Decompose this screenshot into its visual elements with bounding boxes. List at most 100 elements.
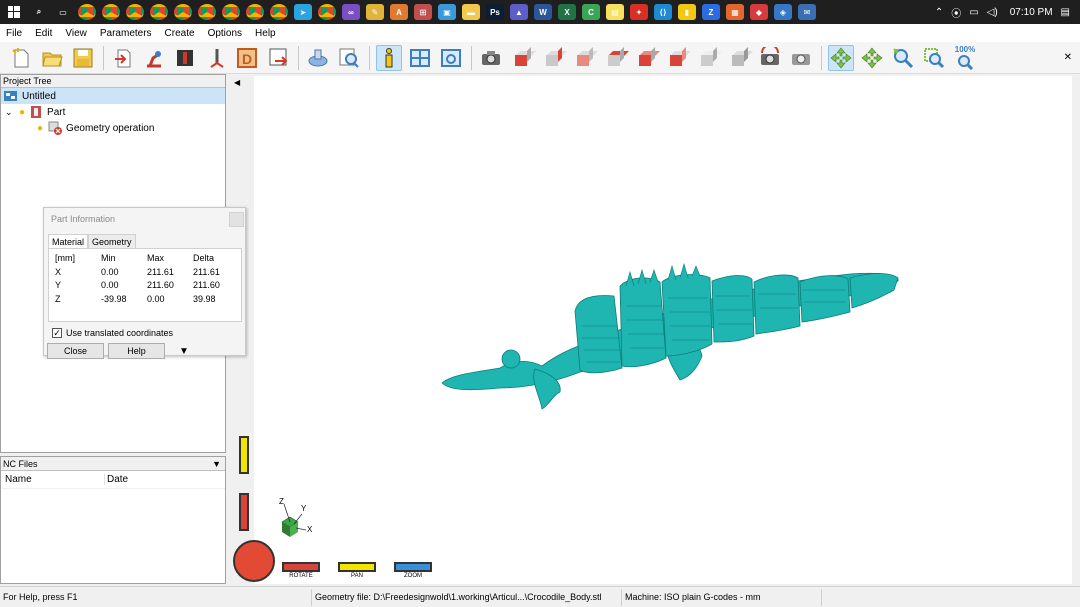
word-icon[interactable]: W: [534, 4, 552, 20]
pan-vertical-wheel[interactable]: [239, 436, 249, 474]
toolbar-overflow-icon[interactable]: ✕: [1064, 52, 1072, 63]
chrome-icon[interactable]: [102, 4, 120, 20]
view-camera-button[interactable]: [478, 45, 504, 71]
dialog-title-bar[interactable]: Part Information: [44, 208, 245, 228]
nc-files-dropdown-icon[interactable]: ▼: [212, 457, 221, 470]
chrome-icon[interactable]: [318, 4, 336, 20]
column-date[interactable]: Date: [105, 474, 128, 485]
mail-icon[interactable]: ✉: [798, 4, 816, 20]
search-icon[interactable]: ⌕: [30, 4, 48, 20]
tree-item-geometry-operation[interactable]: ● Geometry operation: [1, 120, 225, 136]
tab-material[interactable]: Material: [48, 234, 89, 248]
zoom-control[interactable]: ZOOM: [394, 562, 432, 579]
view-back-button[interactable]: [602, 45, 629, 71]
teams-icon[interactable]: ▲: [510, 4, 528, 20]
folder-icon[interactable]: ▬: [462, 4, 480, 20]
red-app-icon[interactable]: ◆: [750, 4, 768, 20]
zoom-in-tool-button[interactable]: [890, 45, 916, 71]
export-nc-button[interactable]: [265, 45, 291, 71]
visual-studio-icon[interactable]: ∞: [342, 4, 360, 20]
close-button[interactable]: Close: [47, 343, 104, 359]
menu-parameters[interactable]: Parameters: [100, 28, 159, 39]
rotate-wheel[interactable]: [282, 562, 320, 572]
view-right-button[interactable]: [540, 45, 567, 71]
chrome-icon[interactable]: [246, 4, 264, 20]
start-button[interactable]: [0, 0, 28, 24]
menu-edit[interactable]: Edit: [35, 28, 59, 39]
stock-button[interactable]: D: [234, 45, 260, 71]
zoom-wheel[interactable]: [394, 562, 432, 572]
chrome-icon[interactable]: [126, 4, 144, 20]
viewer-button[interactable]: [438, 45, 464, 71]
chrome-icon[interactable]: [222, 4, 240, 20]
menu-create[interactable]: Create: [165, 28, 202, 39]
tree-item-untitled[interactable]: Untitled: [1, 88, 225, 104]
chrome-icon[interactable]: [174, 4, 192, 20]
part-info-button[interactable]: [376, 44, 402, 71]
open-file-button[interactable]: [39, 45, 65, 71]
acrobat-icon[interactable]: ✦: [630, 4, 648, 20]
chrome-icon[interactable]: [78, 4, 96, 20]
clock[interactable]: 07:10 PM: [1010, 7, 1053, 18]
tree-item-part[interactable]: ⌄ ● Part: [1, 104, 225, 120]
menu-options[interactable]: Options: [208, 28, 249, 39]
blue-app-icon[interactable]: ◈: [774, 4, 792, 20]
paint-icon[interactable]: ✎: [366, 4, 384, 20]
tray-chevron-icon[interactable]: ⌃: [935, 7, 943, 18]
chrome-icon[interactable]: [198, 4, 216, 20]
tab-geometry[interactable]: Geometry: [88, 234, 136, 248]
view-iso-button[interactable]: [695, 45, 722, 71]
viewport-scrollbar[interactable]: [1072, 76, 1080, 584]
cutter-button[interactable]: [203, 45, 229, 71]
simulate-button[interactable]: [305, 45, 331, 71]
image-viewer-icon[interactable]: ▣: [438, 4, 456, 20]
save-button[interactable]: [70, 45, 96, 71]
expand-arrow-icon[interactable]: ▼: [179, 346, 189, 357]
chrome-icon[interactable]: [270, 4, 288, 20]
notifications-icon[interactable]: ▤: [1061, 7, 1070, 18]
rotate-tool-button[interactable]: [828, 44, 854, 71]
tool-button[interactable]: [172, 45, 198, 71]
record-icon[interactable]: ⦿: [951, 5, 961, 20]
import-geometry-button[interactable]: [110, 45, 136, 71]
task-view-icon[interactable]: ▭: [54, 4, 72, 20]
visibility-bulb-icon[interactable]: ●: [37, 123, 43, 134]
orange-app-icon[interactable]: ▦: [726, 4, 744, 20]
pan-tool-button[interactable]: [859, 45, 885, 71]
translated-coordinates-checkbox[interactable]: ✓ Use translated coordinates: [52, 327, 245, 339]
network-icon[interactable]: ▭: [969, 7, 978, 18]
help-button[interactable]: Help: [108, 343, 165, 359]
acrobat-a-icon[interactable]: A: [390, 4, 408, 20]
rotate-control[interactable]: ROTATE: [282, 562, 320, 579]
cnc-app-icon[interactable]: ⊞: [414, 4, 432, 20]
checkbox-box[interactable]: ✓: [52, 328, 62, 338]
view-bottom-button[interactable]: [664, 45, 691, 71]
view-shaded-button[interactable]: [726, 45, 753, 71]
layout-button[interactable]: [407, 45, 433, 71]
chrome-icon[interactable]: [150, 4, 168, 20]
sticky-notes-icon[interactable]: ▤: [606, 4, 624, 20]
inspect-button[interactable]: [336, 45, 362, 71]
pan-control[interactable]: PAN: [338, 562, 376, 579]
view-reset-button[interactable]: [757, 45, 783, 71]
visibility-bulb-icon[interactable]: ●: [19, 107, 25, 118]
view-left-button[interactable]: [571, 45, 598, 71]
camtasia-icon[interactable]: C: [582, 4, 600, 20]
z-app-icon[interactable]: Z: [702, 4, 720, 20]
rotate-dial[interactable]: [233, 540, 275, 582]
column-name[interactable]: Name: [1, 474, 105, 485]
new-file-button[interactable]: [8, 45, 34, 71]
3d-viewport[interactable]: Z Y X: [230, 76, 1072, 584]
powerbi-icon[interactable]: ▮: [678, 4, 696, 20]
telegram-icon[interactable]: ➤: [294, 4, 312, 20]
zoom-window-tool-button[interactable]: [921, 45, 947, 71]
collapse-arrow-icon[interactable]: ◀: [234, 78, 240, 87]
menu-help[interactable]: Help: [255, 28, 283, 39]
zoom-fit-tool-button[interactable]: 100%: [952, 45, 978, 71]
photoshop-icon[interactable]: Ps: [486, 4, 504, 20]
rotate-vertical-wheel[interactable]: [239, 493, 249, 531]
view-front-button[interactable]: [509, 45, 536, 71]
view-top-button[interactable]: [633, 45, 660, 71]
machine-button[interactable]: [141, 45, 167, 71]
collapse-chevron-icon[interactable]: ⌄: [1, 107, 15, 118]
